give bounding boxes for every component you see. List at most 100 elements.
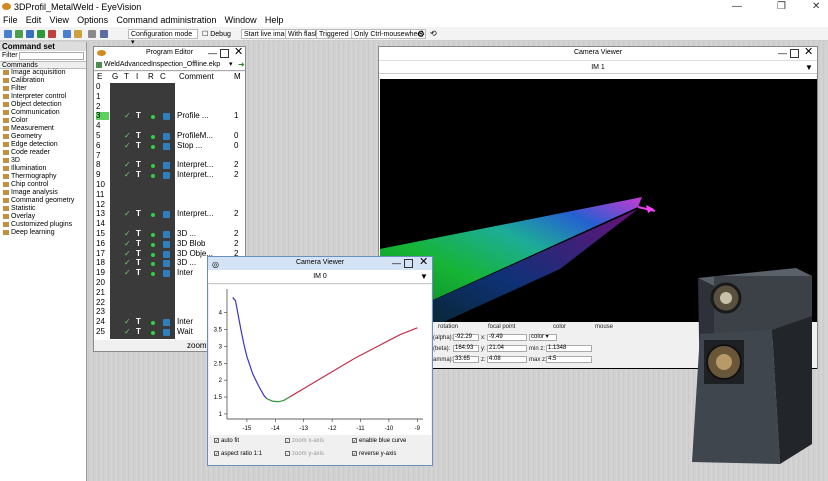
program-row[interactable]: 7 bbox=[94, 151, 245, 161]
close-button[interactable]: ✕ bbox=[419, 256, 428, 268]
command-item[interactable]: Measurement bbox=[0, 125, 86, 133]
grid-column-header[interactable]: R bbox=[148, 73, 154, 81]
stop-icon[interactable] bbox=[48, 30, 56, 38]
dropdown-arrow-icon[interactable]: ▼ bbox=[805, 61, 813, 74]
maximize-button[interactable] bbox=[220, 49, 229, 58]
program-row[interactable]: 10 bbox=[94, 181, 245, 190]
chart-option-checkbox[interactable]: ✓ zoom x-axis bbox=[285, 438, 324, 444]
checkbox-box[interactable]: ✓ bbox=[214, 438, 219, 443]
program-row[interactable]: 8 ✓ T Interpret... 2 bbox=[94, 161, 245, 170]
minimize-button[interactable]: — bbox=[208, 47, 217, 59]
program-row[interactable]: 11 bbox=[94, 190, 245, 200]
grid-column-header[interactable]: G bbox=[112, 73, 118, 81]
checkbox-box[interactable]: ✓ bbox=[352, 438, 357, 443]
beta-field[interactable]: 164.93 bbox=[453, 345, 479, 352]
new-icon[interactable] bbox=[4, 30, 12, 38]
enabled-check-icon[interactable]: ✓ bbox=[124, 230, 131, 238]
menu-window[interactable]: Window bbox=[222, 14, 260, 26]
command-item[interactable]: Statistic bbox=[0, 205, 86, 213]
command-item[interactable]: Calibration bbox=[0, 77, 86, 85]
close-button[interactable]: ✕ bbox=[804, 46, 813, 58]
triggered-button[interactable]: Triggered bbox=[316, 29, 352, 39]
menu-view[interactable]: View bbox=[47, 14, 72, 26]
delete-icon[interactable] bbox=[100, 30, 108, 38]
command-item[interactable]: Color bbox=[0, 117, 86, 125]
max-z-field[interactable]: 4.5 bbox=[546, 356, 592, 363]
enabled-check-icon[interactable]: ✓ bbox=[124, 161, 131, 169]
command-item[interactable]: Command geometry bbox=[0, 197, 86, 205]
run-icon[interactable] bbox=[37, 30, 45, 38]
timing-icon[interactable]: T bbox=[136, 161, 141, 169]
timing-icon[interactable]: T bbox=[136, 132, 141, 140]
enabled-check-icon[interactable]: ✓ bbox=[124, 112, 131, 120]
command-item[interactable]: Image analysis bbox=[0, 189, 86, 197]
enabled-check-icon[interactable]: ✓ bbox=[124, 259, 131, 267]
gamma-field[interactable]: 33.65 bbox=[453, 356, 479, 363]
grid-column-header[interactable]: E bbox=[97, 73, 102, 81]
chart-option-checkbox[interactable]: ✓ reverse y-axis bbox=[352, 451, 396, 457]
command-item[interactable]: Code reader bbox=[0, 149, 86, 157]
command-item[interactable]: Communication bbox=[0, 109, 86, 117]
enabled-check-icon[interactable]: ✓ bbox=[124, 249, 131, 258]
menu-help[interactable]: Help bbox=[262, 14, 287, 26]
enabled-check-icon[interactable]: ✓ bbox=[124, 318, 131, 326]
focal-y-field[interactable]: 21.04 bbox=[487, 345, 527, 352]
timing-icon[interactable]: T bbox=[136, 210, 141, 218]
menu-command-administration[interactable]: Command administration bbox=[113, 14, 219, 26]
dropdown-arrow-icon[interactable]: ▼ bbox=[420, 270, 428, 283]
timing-icon[interactable]: T bbox=[136, 328, 141, 336]
settings-icon[interactable]: ⚙ bbox=[417, 29, 425, 40]
timing-icon[interactable]: T bbox=[136, 171, 141, 179]
menu-edit[interactable]: Edit bbox=[23, 14, 45, 26]
enabled-check-icon[interactable]: ✓ bbox=[124, 269, 131, 277]
timing-icon[interactable]: T bbox=[136, 249, 141, 258]
checkbox-box[interactable]: ✓ bbox=[214, 451, 219, 456]
program-row[interactable]: 2 bbox=[94, 102, 245, 112]
grid-column-header[interactable]: C bbox=[160, 73, 166, 81]
command-item[interactable]: Chip control bbox=[0, 181, 86, 189]
checkbox-box[interactable]: ✓ bbox=[352, 451, 357, 456]
alpha-field[interactable]: -92.29 bbox=[453, 334, 479, 341]
focal-z-field[interactable]: 4.08 bbox=[487, 356, 527, 363]
minimize-button[interactable]: — bbox=[778, 47, 787, 59]
grid-column-header[interactable]: T bbox=[124, 73, 129, 81]
color-select[interactable]: color ▾ bbox=[529, 334, 557, 341]
chart-option-checkbox[interactable]: ✓ zoom y-axis bbox=[285, 451, 324, 457]
checkbox-box[interactable]: ✓ bbox=[285, 438, 290, 443]
command-item[interactable]: 3D bbox=[0, 157, 86, 165]
program-row[interactable]: 6 ✓ T Stop ... 0 bbox=[94, 141, 245, 151]
command-item[interactable]: Deep learning bbox=[0, 229, 86, 237]
enabled-check-icon[interactable]: ✓ bbox=[124, 328, 131, 336]
menu-options[interactable]: Options bbox=[74, 14, 111, 26]
grid-column-header[interactable]: M bbox=[234, 73, 241, 81]
enabled-check-icon[interactable]: ✓ bbox=[124, 141, 131, 150]
goto-arrow-icon[interactable]: ➜ bbox=[238, 60, 245, 69]
maximize-button[interactable] bbox=[404, 259, 413, 268]
min-z-field[interactable]: 1.1348 bbox=[546, 345, 592, 352]
debug-checkbox[interactable]: ☐ Debug bbox=[200, 29, 233, 39]
file-selector[interactable]: WeldAdvancedInspection_Offline.ekp ▾ ➜ bbox=[94, 60, 245, 71]
command-item[interactable]: Interpreter control bbox=[0, 93, 86, 101]
chart-option-checkbox[interactable]: ✓ auto fit bbox=[214, 438, 239, 444]
profile-chart[interactable]: -15 -14 -13 -12 -11 -10 -911.522.533.54 bbox=[209, 285, 431, 435]
program-row[interactable]: 13 ✓ T Interpret... 2 bbox=[94, 210, 245, 219]
grid-column-header[interactable]: I bbox=[136, 73, 138, 81]
grid-icon[interactable] bbox=[88, 30, 96, 38]
chart-option-checkbox[interactable]: ✓ enable blue curve bbox=[352, 438, 406, 444]
command-item[interactable]: Filter bbox=[0, 85, 86, 93]
focal-x-field[interactable]: -9.49 bbox=[487, 334, 527, 341]
command-item[interactable]: Image acquisition bbox=[0, 69, 86, 77]
program-row[interactable]: 12 bbox=[94, 200, 245, 210]
checkbox-box[interactable]: ✓ bbox=[285, 451, 290, 456]
program-row[interactable]: 9 ✓ T Interpret... 2 bbox=[94, 171, 245, 180]
grid-column-header[interactable]: Comment bbox=[179, 73, 214, 81]
command-item[interactable]: Thermography bbox=[0, 173, 86, 181]
program-row[interactable]: 14 bbox=[94, 220, 245, 229]
image-selector[interactable]: IM 1 ▼ bbox=[379, 60, 817, 74]
program-row[interactable]: 16 ✓ T 3D Blob 2 bbox=[94, 239, 245, 249]
save-icon[interactable] bbox=[26, 30, 34, 38]
open-icon[interactable] bbox=[15, 30, 23, 38]
enabled-check-icon[interactable]: ✓ bbox=[124, 210, 131, 218]
paste-icon[interactable] bbox=[74, 30, 82, 38]
program-row[interactable]: 1 bbox=[94, 92, 245, 102]
